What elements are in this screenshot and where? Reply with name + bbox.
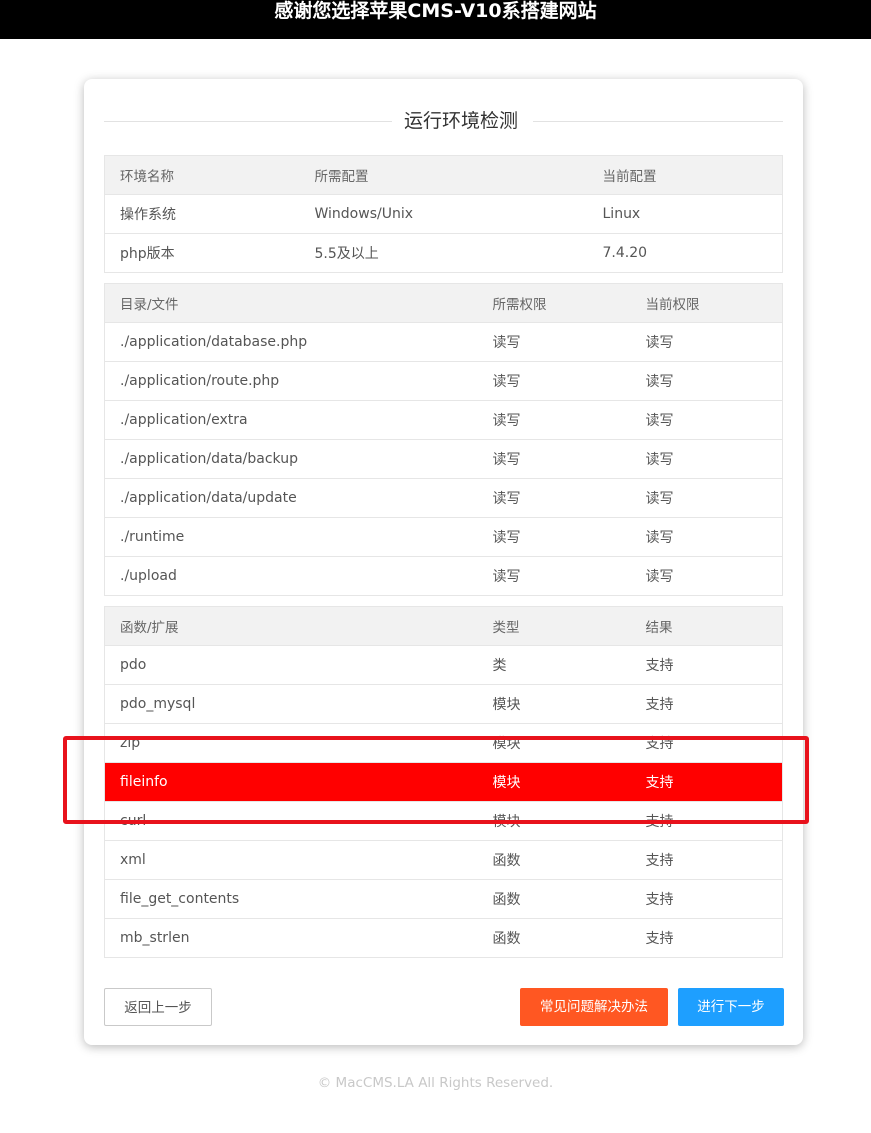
function-table-header: 函数/扩展 类型 结果 bbox=[104, 606, 783, 646]
table-cell: 读写 bbox=[477, 556, 631, 596]
permission-table: 目录/文件 所需权限 当前权限 ./application/database.p… bbox=[104, 283, 783, 596]
table-cell: 支持 bbox=[630, 684, 783, 724]
table-cell: 读写 bbox=[477, 322, 631, 362]
table-row: file_get_contents 函数 支持 bbox=[104, 879, 783, 919]
table-cell: 支持 bbox=[630, 645, 783, 685]
table-cell: file_get_contents bbox=[104, 879, 478, 919]
table-row: ./application/data/backup 读写 读写 bbox=[104, 439, 783, 479]
table-cell: Linux bbox=[587, 194, 783, 234]
page-header-title: 感谢您选择苹果CMS-V10系搭建网站 bbox=[274, 0, 597, 22]
table-cell: 读写 bbox=[630, 361, 783, 401]
header-cell: 当前配置 bbox=[587, 155, 783, 195]
table-cell: 5.5及以上 bbox=[299, 233, 588, 273]
table-cell: 模块 bbox=[477, 684, 631, 724]
table-cell: ./upload bbox=[104, 556, 478, 596]
title-divider-right bbox=[533, 121, 783, 122]
table-cell: ./application/database.php bbox=[104, 322, 478, 362]
table-cell: 支持 bbox=[630, 879, 783, 919]
header-cell: 所需权限 bbox=[477, 283, 631, 323]
header-cell: 类型 bbox=[477, 606, 631, 646]
next-step-button[interactable]: 进行下一步 bbox=[678, 988, 784, 1026]
table-cell: pdo bbox=[104, 645, 478, 685]
table-cell: 支持 bbox=[630, 918, 783, 958]
env-table: 环境名称 所需配置 当前配置 操作系统 Windows/Unix Linux p… bbox=[104, 155, 783, 273]
table-cell: 读写 bbox=[630, 439, 783, 479]
annotation-highlight-box bbox=[63, 736, 809, 824]
title-divider-left bbox=[104, 121, 392, 122]
table-cell: 读写 bbox=[477, 400, 631, 440]
table-cell: ./application/data/backup bbox=[104, 439, 478, 479]
table-row: pdo 类 支持 bbox=[104, 645, 783, 685]
table-cell: 操作系统 bbox=[104, 194, 300, 234]
header-cell: 当前权限 bbox=[630, 283, 783, 323]
table-cell: ./application/extra bbox=[104, 400, 478, 440]
table-cell: 读写 bbox=[477, 439, 631, 479]
table-cell: Windows/Unix bbox=[299, 194, 588, 234]
env-table-header: 环境名称 所需配置 当前配置 bbox=[104, 155, 783, 195]
table-cell: 读写 bbox=[630, 517, 783, 557]
page-header: 感谢您选择苹果CMS-V10系搭建网站 bbox=[0, 0, 871, 39]
table-cell: ./application/data/update bbox=[104, 478, 478, 518]
permission-table-header: 目录/文件 所需权限 当前权限 bbox=[104, 283, 783, 323]
table-row: ./application/database.php 读写 读写 bbox=[104, 322, 783, 362]
table-cell: xml bbox=[104, 840, 478, 880]
table-row: ./application/route.php 读写 读写 bbox=[104, 361, 783, 401]
table-row: xml 函数 支持 bbox=[104, 840, 783, 880]
table-cell: 读写 bbox=[477, 361, 631, 401]
table-cell: mb_strlen bbox=[104, 918, 478, 958]
section-title: 运行环境检测 bbox=[104, 109, 783, 133]
table-cell: 函数 bbox=[477, 918, 631, 958]
table-cell: 读写 bbox=[477, 517, 631, 557]
table-row: ./application/extra 读写 读写 bbox=[104, 400, 783, 440]
table-cell: 函数 bbox=[477, 879, 631, 919]
table-cell: 类 bbox=[477, 645, 631, 685]
header-cell: 所需配置 bbox=[299, 155, 588, 195]
table-row: pdo_mysql 模块 支持 bbox=[104, 684, 783, 724]
env-check-card: 运行环境检测 环境名称 所需配置 当前配置 操作系统 Windows/Unix … bbox=[84, 79, 803, 1045]
table-row: 操作系统 Windows/Unix Linux bbox=[104, 194, 783, 234]
table-cell: 读写 bbox=[630, 478, 783, 518]
header-cell: 目录/文件 bbox=[104, 283, 478, 323]
table-cell: 读写 bbox=[477, 478, 631, 518]
footer-copyright: © MacCMS.LA All Rights Reserved. bbox=[317, 1075, 554, 1091]
faq-button[interactable]: 常见问题解决办法 bbox=[520, 988, 668, 1026]
table-cell: 7.4.20 bbox=[587, 233, 783, 273]
table-row: ./application/data/update 读写 读写 bbox=[104, 478, 783, 518]
table-row: mb_strlen 函数 支持 bbox=[104, 918, 783, 958]
table-cell: php版本 bbox=[104, 233, 300, 273]
table-cell: pdo_mysql bbox=[104, 684, 478, 724]
table-row: ./runtime 读写 读写 bbox=[104, 517, 783, 557]
table-cell: 读写 bbox=[630, 322, 783, 362]
table-cell: 函数 bbox=[477, 840, 631, 880]
header-cell: 结果 bbox=[630, 606, 783, 646]
back-button[interactable]: 返回上一步 bbox=[104, 988, 212, 1026]
table-cell: 读写 bbox=[630, 556, 783, 596]
header-cell: 环境名称 bbox=[104, 155, 300, 195]
table-row: php版本 5.5及以上 7.4.20 bbox=[104, 233, 783, 273]
table-cell: ./runtime bbox=[104, 517, 478, 557]
table-cell: 支持 bbox=[630, 840, 783, 880]
section-title-text: 运行环境检测 bbox=[404, 110, 519, 132]
header-cell: 函数/扩展 bbox=[104, 606, 478, 646]
table-cell: 读写 bbox=[630, 400, 783, 440]
table-row: ./upload 读写 读写 bbox=[104, 556, 783, 596]
table-cell: ./application/route.php bbox=[104, 361, 478, 401]
